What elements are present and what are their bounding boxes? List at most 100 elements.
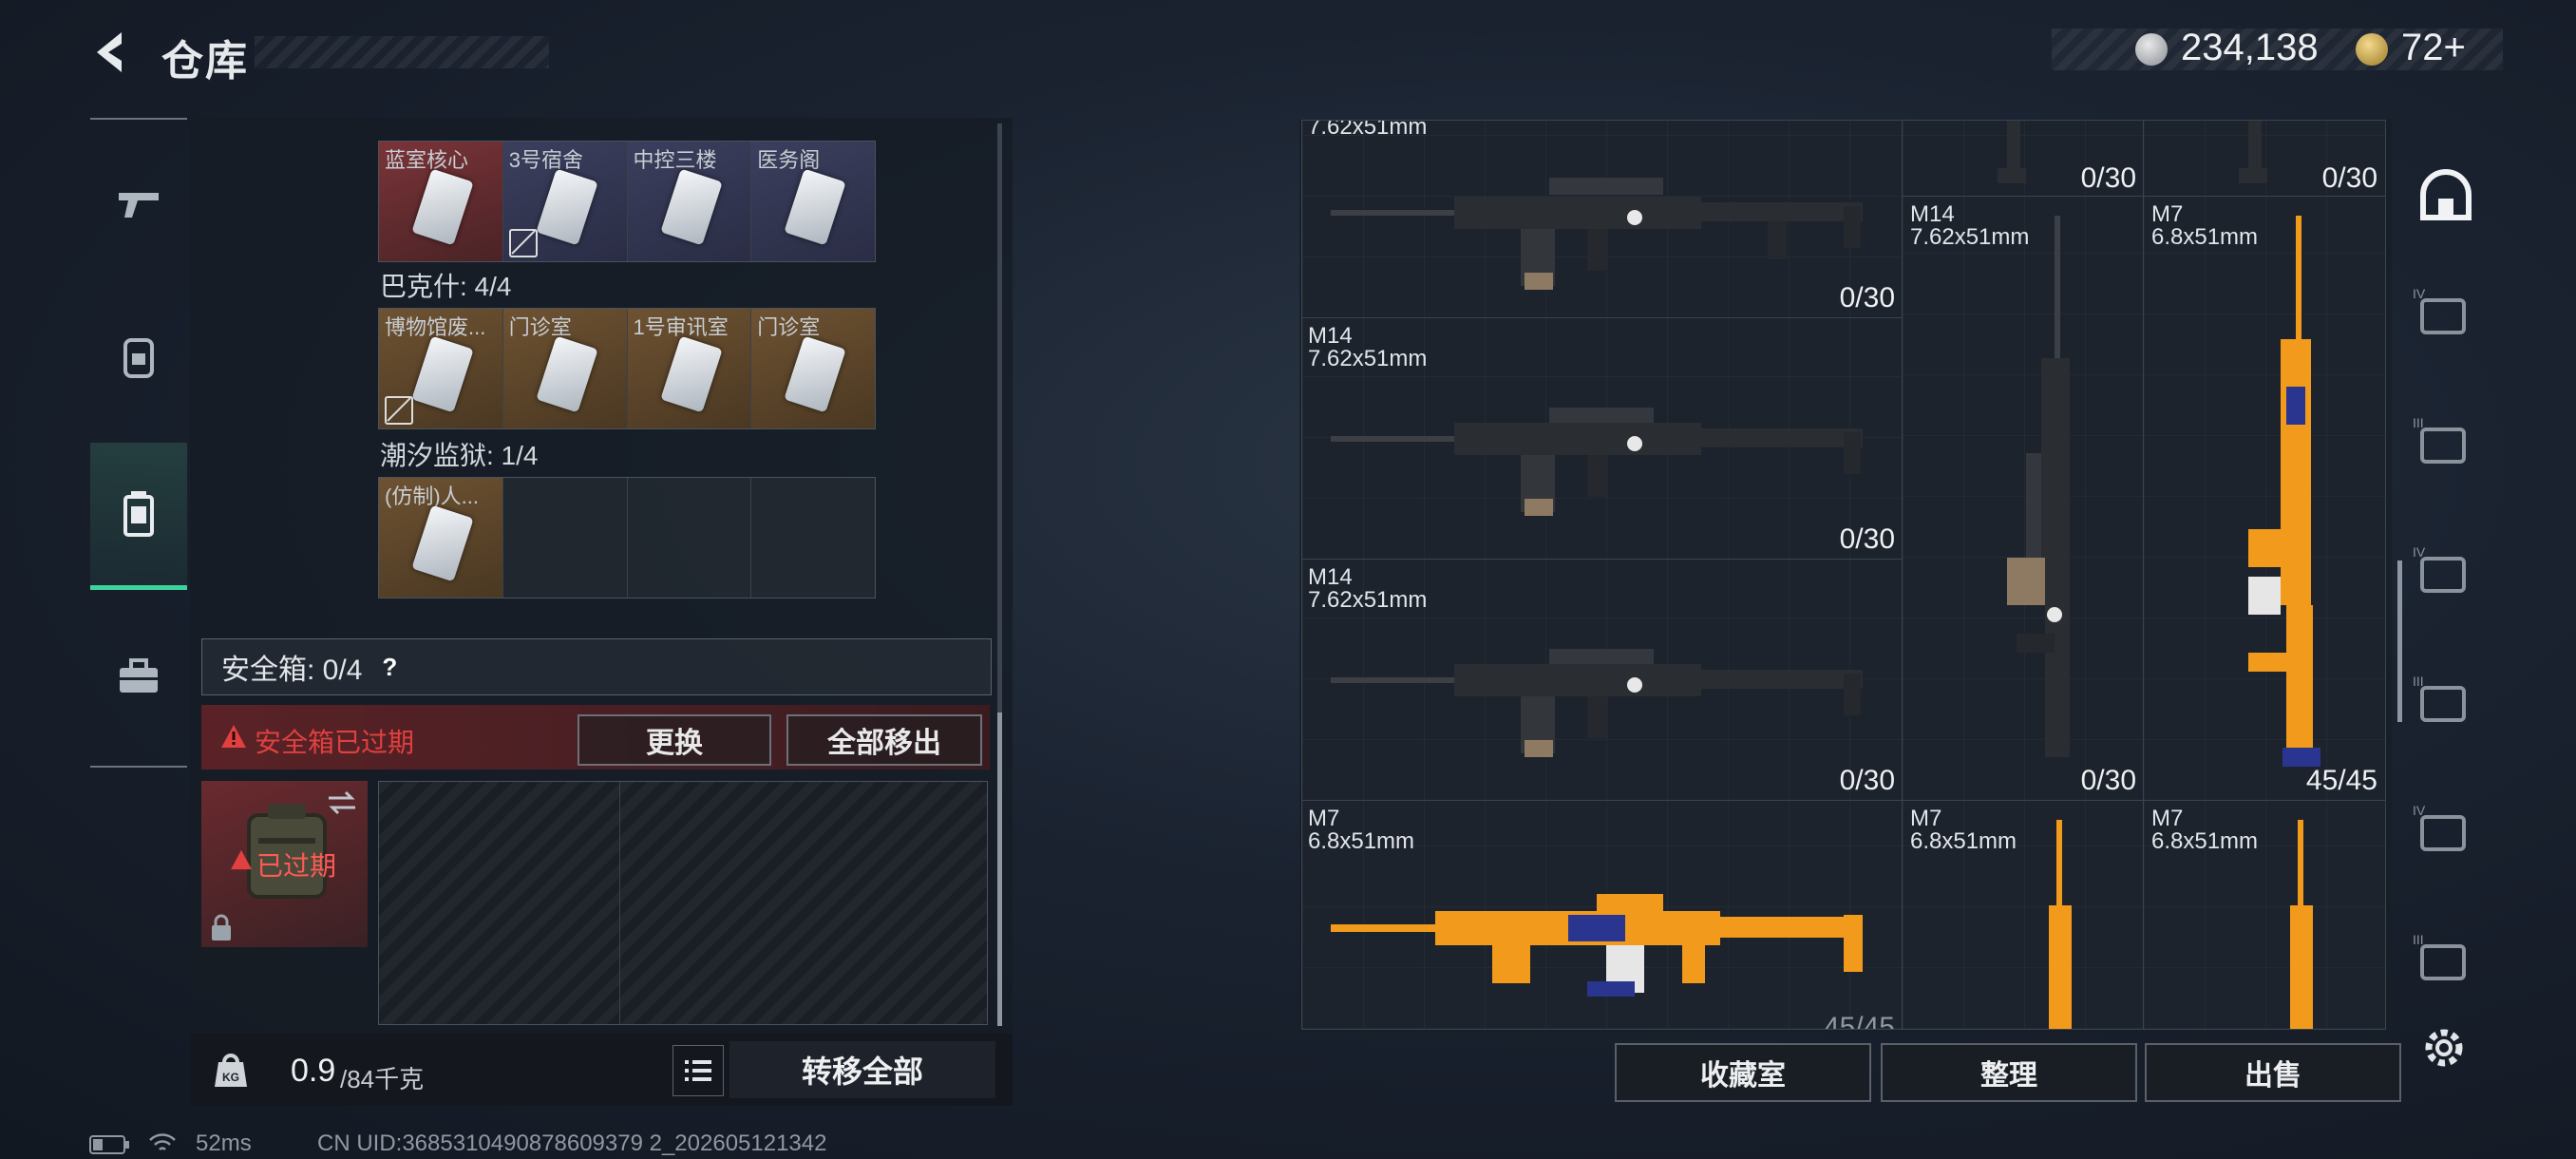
ammo-count: 45/45	[2305, 765, 2377, 796]
rifle-icon	[2239, 121, 2267, 183]
keycard-row-2: 博物馆废... 门诊室 1号审讯室 门诊室	[378, 308, 876, 429]
nav-weapons[interactable]	[90, 133, 187, 276]
keycard-icon	[411, 504, 474, 582]
keycard-slot-empty[interactable]	[502, 478, 628, 598]
rifle-icon	[1331, 894, 1863, 997]
keycard-group-label: 巴克什: 4/4	[380, 272, 512, 301]
ammo-count: 0/30	[2080, 162, 2136, 194]
move-all-out-button[interactable]: 全部移出	[786, 714, 982, 766]
keycard-slot[interactable]: 3号宿舍	[502, 142, 628, 261]
no-carry-icon	[508, 229, 538, 257]
silver-coin-icon	[2135, 33, 2168, 66]
keycard-slot[interactable]: 医务阁	[751, 142, 875, 261]
svg-text:KG: KG	[222, 1071, 239, 1084]
right-nav-tier-iv-3[interactable]: IV	[2411, 800, 2473, 862]
weapon-slot[interactable]: 7.62x51mm 0/30	[1301, 120, 1904, 319]
right-nav-tier-iii[interactable]: III	[2411, 412, 2473, 474]
nav-items[interactable]	[90, 604, 187, 747]
weapon-slot[interactable]: M7 6.8x51mm 45/45	[2143, 196, 2386, 802]
title-decoration	[255, 36, 549, 68]
keycard-slot-empty[interactable]	[751, 478, 875, 598]
toolbox-icon	[120, 658, 158, 693]
weapon-name: M7	[2151, 201, 2184, 227]
nav-keycards[interactable]	[90, 443, 187, 590]
container-tier-icon: IV	[2413, 544, 2466, 593]
keycard-slot[interactable]: 博物馆废...	[379, 309, 503, 428]
back-arrow-icon[interactable]	[85, 27, 137, 78]
weight-icon: KG	[215, 1054, 247, 1087]
rifle-icon	[1331, 178, 1863, 290]
weapon-slot[interactable]: M7 6.8x51mm 45/45	[1301, 800, 1904, 1030]
weapon-name: M14	[1308, 323, 1353, 349]
keycard-row-3: (仿制)人...	[378, 477, 876, 598]
help-button[interactable]: ?	[373, 651, 406, 683]
right-nav-tier-iv-2[interactable]: IV	[2411, 542, 2473, 603]
keycard-icon	[784, 335, 846, 413]
ammo-count: 0/30	[1839, 523, 1895, 555]
weapon-caliber: 6.8x51mm	[1910, 828, 2017, 854]
warning-icon	[221, 725, 246, 748]
keycard-label: 医务阁	[757, 148, 821, 172]
right-scrollbar-thumb[interactable]	[2397, 560, 2402, 722]
weapon-slot[interactable]: M14 7.62x51mm 0/30	[1902, 196, 2145, 802]
safebox-grid[interactable]	[378, 781, 988, 1025]
backpack-icon	[123, 338, 154, 378]
safebox-header: 安全箱: 0/4 ?	[201, 638, 992, 695]
gold-coin-icon	[2356, 33, 2388, 66]
keycard-slot[interactable]: 中控三楼	[627, 142, 752, 261]
ammo-count: 45/45	[1823, 1012, 1895, 1030]
warehouse-icon	[2420, 169, 2472, 220]
sell-button[interactable]: 出售	[2145, 1043, 2401, 1102]
svg-text:III: III	[2413, 674, 2424, 689]
list-view-button[interactable]	[672, 1045, 724, 1096]
settings-gear-icon[interactable]	[2420, 1024, 2468, 1072]
keycard-icon	[536, 335, 598, 413]
weapon-slot[interactable]: 0/30	[2143, 120, 2386, 198]
right-nav-tier-iv[interactable]: IV	[2411, 283, 2473, 345]
page-title: 仓库	[161, 38, 249, 85]
weapon-slot[interactable]: M7 6.8x51mm	[1902, 800, 2145, 1030]
wifi-icon	[149, 1133, 176, 1150]
replace-button[interactable]: 更换	[578, 714, 771, 766]
container-tier-icon: III	[2413, 415, 2466, 464]
keycard-row-1: 蓝室核心 3号宿舍 中控三楼 医务阁	[378, 141, 876, 262]
collection-room-button[interactable]: 收藏室	[1615, 1043, 1871, 1102]
safebox-slot[interactable]: 已过期	[201, 781, 368, 947]
keycard-slot[interactable]: (仿制)人...	[379, 478, 503, 598]
keycard-slot[interactable]: 门诊室	[751, 309, 875, 428]
weapon-slot[interactable]: M14 7.62x51mm 0/30	[1301, 559, 1904, 802]
keycard-slot[interactable]: 1号审讯室	[627, 309, 752, 428]
keycard-slot-empty[interactable]	[627, 478, 752, 598]
ping-value: 52ms	[196, 1130, 252, 1156]
keycard-label: 中控三楼	[633, 148, 717, 172]
keycard-icon	[411, 168, 474, 246]
weapon-slot[interactable]: 0/30	[1902, 120, 2145, 198]
battery-icon	[89, 1135, 129, 1154]
right-nav-storage[interactable]	[2403, 133, 2489, 256]
keycard-slot[interactable]: 蓝室核心	[379, 142, 503, 261]
weapon-caliber: 7.62x51mm	[1308, 120, 1428, 140]
container-tier-icon: IV	[2413, 803, 2466, 851]
gold-currency-value[interactable]: 72+	[2401, 27, 2466, 69]
weapon-name: M7	[1910, 806, 1942, 831]
weapon-slot[interactable]: M14 7.62x51mm 0/30	[1301, 317, 1904, 560]
swap-icon	[329, 790, 355, 815]
weapon-name: M14	[1910, 201, 1955, 227]
no-carry-icon	[385, 396, 413, 425]
right-nav-tier-iii-2[interactable]: III	[2411, 671, 2473, 732]
sort-button[interactable]: 整理	[1881, 1043, 2137, 1102]
user-uid: CN UID:3685310490878609379 2_20260512134…	[317, 1130, 827, 1156]
nav-equipment[interactable]	[90, 285, 187, 428]
left-scrollbar-thumb[interactable]	[997, 712, 1002, 1026]
transfer-all-button[interactable]: 转移全部	[729, 1041, 995, 1098]
weight-capacity: /84千克	[340, 1065, 425, 1093]
keycard-label: 门诊室	[508, 315, 572, 339]
right-nav-tier-iii-3[interactable]: III	[2411, 929, 2473, 991]
safebox-expired-text: 安全箱已过期	[255, 728, 415, 757]
keycard-slot[interactable]: 门诊室	[502, 309, 628, 428]
keycard-icon	[784, 168, 846, 246]
weapon-slot[interactable]: M7 6.8x51mm	[2143, 800, 2386, 1030]
keycard-icon	[536, 168, 598, 246]
keycard-label: (仿制)人...	[385, 484, 479, 508]
svg-text:III: III	[2413, 932, 2424, 947]
